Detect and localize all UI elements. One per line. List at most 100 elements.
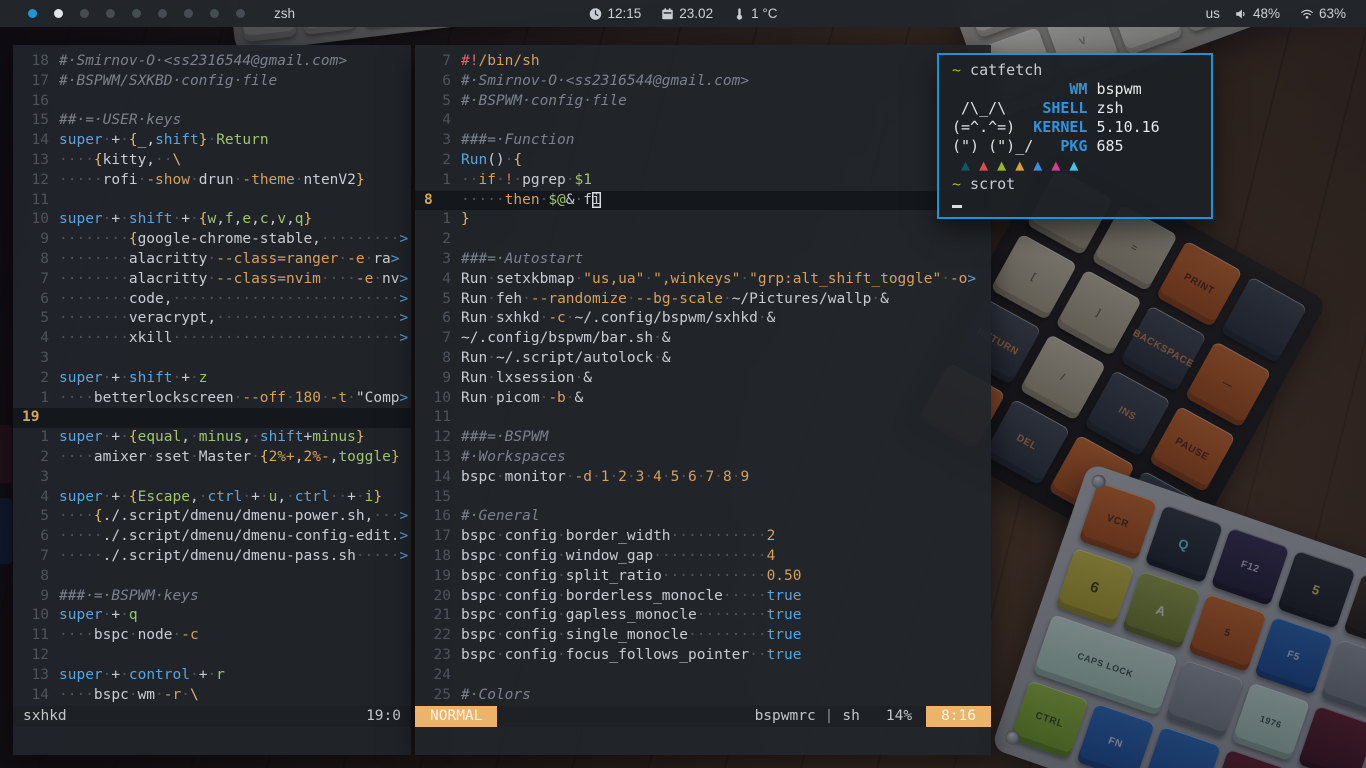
keyboard-layout[interactable]: us [1206, 6, 1220, 21]
code-line: 7#!/bin/sh [415, 52, 991, 72]
workspace-indicators[interactable] [28, 9, 245, 18]
code-line: 7········alacritty·--class=nvim····-e·nv… [13, 270, 411, 290]
workspace-dot-2[interactable] [54, 9, 63, 18]
line-number: 6 [415, 72, 461, 92]
cursor-position-badge: 8:16 [926, 706, 991, 727]
workspace-dot-1[interactable] [28, 9, 37, 18]
line-number: 13 [415, 448, 461, 468]
code-line: 22bspc·config·single_monocle·········tru… [415, 626, 991, 646]
line-number: 12 [415, 428, 461, 448]
line-number: 2 [415, 230, 461, 250]
line-number: 16 [13, 92, 59, 112]
line-number: 4 [415, 270, 461, 290]
right-statusline: NORMAL bspwmrc | sh 14% 8:16 [415, 706, 991, 727]
line-number: 23 [415, 646, 461, 666]
right-command-line [415, 727, 991, 755]
line-number: 6 [415, 309, 461, 329]
code-line: 13····{kitty,··\ [13, 151, 411, 171]
code-line: 1··if·!·pgrep·$1 [415, 171, 991, 191]
right-terminal-window[interactable]: 7#!/bin/sh6#·Smirnov-O·<ss2316544@gmail.… [415, 45, 991, 755]
workspace-dot-9[interactable] [236, 9, 245, 18]
line-number: 19 [415, 567, 461, 587]
vim-mode-badge: NORMAL [415, 706, 497, 727]
line-number: 11 [13, 191, 59, 211]
line-number: 2 [13, 448, 59, 468]
code-line: 5#·BSPWM·config·file [415, 92, 991, 112]
left-command-line [13, 727, 411, 755]
catfetch-terminal-window[interactable]: ~ catfetch WM bspwm /\_/\ SHELL zsh(=^.^… [937, 53, 1213, 219]
line-number: 13 [13, 151, 59, 171]
bar-right-modules: us 48% 63% [1206, 6, 1352, 21]
clock-value: 12:15 [607, 6, 641, 21]
code-line: 20bspc·config·borderless_monocle·····tru… [415, 587, 991, 607]
line-number: 7 [13, 547, 59, 567]
line-number: 12 [13, 171, 59, 191]
line-number: 2 [13, 369, 59, 389]
line-number: 14 [415, 468, 461, 488]
code-line: 4Run·setxkbmap·"us,ua"·",winkeys"·"grp:a… [415, 270, 991, 290]
workspace-dot-8[interactable] [210, 9, 219, 18]
line-number: 20 [415, 587, 461, 607]
line-number: 5 [415, 290, 461, 310]
code-line: 1····betterlockscreen·--off·180·-t·"Comp… [13, 389, 411, 409]
wifi-value: 63% [1319, 6, 1346, 21]
right-status-separator: | [825, 706, 834, 727]
line-number: 4 [13, 329, 59, 349]
volume-module[interactable]: 48% [1234, 6, 1280, 21]
code-line: 13#·Workspaces [415, 448, 991, 468]
line-number: 12 [13, 646, 59, 666]
line-number: 10 [415, 389, 461, 409]
line-number: 11 [13, 626, 59, 646]
wifi-module[interactable]: 63% [1300, 6, 1346, 21]
workspace-dot-4[interactable] [106, 9, 115, 18]
code-line: 5····{./.script/dmenu/dmenu-power.sh,···… [13, 507, 411, 527]
line-number: 3 [13, 349, 59, 369]
line-number: 10 [13, 606, 59, 626]
workspace-dot-7[interactable] [184, 9, 193, 18]
clock-module: 12:15 [588, 6, 641, 21]
code-line: 16 [13, 92, 411, 112]
line-number: 3 [415, 250, 461, 270]
left-editor-buffer[interactable]: 18#·Smirnov-O·<ss2316544@gmail.com>17#·B… [13, 45, 411, 705]
code-line: 19bspc·config·split_ratio············0.5… [415, 567, 991, 587]
line-number: 7 [13, 270, 59, 290]
code-line: 12·····rofi·-show·drun·-theme·ntenV2} [13, 171, 411, 191]
code-line: 10super·+·shift·+·{w,f,e,c,v,q} [13, 210, 411, 230]
workspace-dot-3[interactable] [80, 9, 89, 18]
right-status-scroll: 14% [886, 706, 912, 727]
code-line: 3 [13, 349, 411, 369]
date-module: 23.02 [660, 6, 713, 21]
code-line: 13super·+·control·+·r [13, 666, 411, 686]
line-number: 16 [415, 507, 461, 527]
code-line: 11 [415, 408, 991, 428]
line-number: 5 [415, 92, 461, 112]
left-terminal-window[interactable]: 18#·Smirnov-O·<ss2316544@gmail.com>17#·B… [13, 45, 411, 755]
code-line: 17bspc·config·border_width···········2 [415, 527, 991, 547]
right-editor-buffer[interactable]: 7#!/bin/sh6#·Smirnov-O·<ss2316544@gmail.… [415, 45, 991, 705]
workspace-dot-6[interactable] [158, 9, 167, 18]
code-line: 10super·+·q [13, 606, 411, 626]
code-line: 16#·General [415, 507, 991, 527]
code-line: 24 [415, 666, 991, 686]
line-number: 4 [13, 488, 59, 508]
code-line-current: 19 [13, 408, 411, 428]
line-number: 3 [415, 131, 461, 151]
fetch-line: (") (")_/ PKG 685 [952, 137, 1211, 156]
code-line: 15 [415, 488, 991, 508]
line-number: 15 [13, 111, 59, 131]
code-line: 6········code,··························… [13, 290, 411, 310]
line-number: 9 [13, 230, 59, 250]
line-number: 1 [13, 428, 59, 448]
code-line-current: 8·····then·$@&·fi [415, 191, 991, 211]
fetch-line: /\_/\ SHELL zsh [952, 99, 1211, 118]
temperature-value: 1 °C [751, 6, 777, 21]
code-line: 25#·Colors [415, 686, 991, 706]
fetch-line: (=^.^=) KERNEL 5.10.16 [952, 118, 1211, 137]
workspace-dot-5[interactable] [132, 9, 141, 18]
left-statusline: sxhkd 19:0 [13, 706, 411, 727]
code-line: 3###=·Autostart [415, 250, 991, 270]
line-number: 18 [415, 547, 461, 567]
thermometer-icon [732, 7, 746, 21]
fetch-line: WM bspwm [952, 80, 1211, 99]
code-line: 2····amixer·sset·Master·{2%+,2%-,toggle} [13, 448, 411, 468]
